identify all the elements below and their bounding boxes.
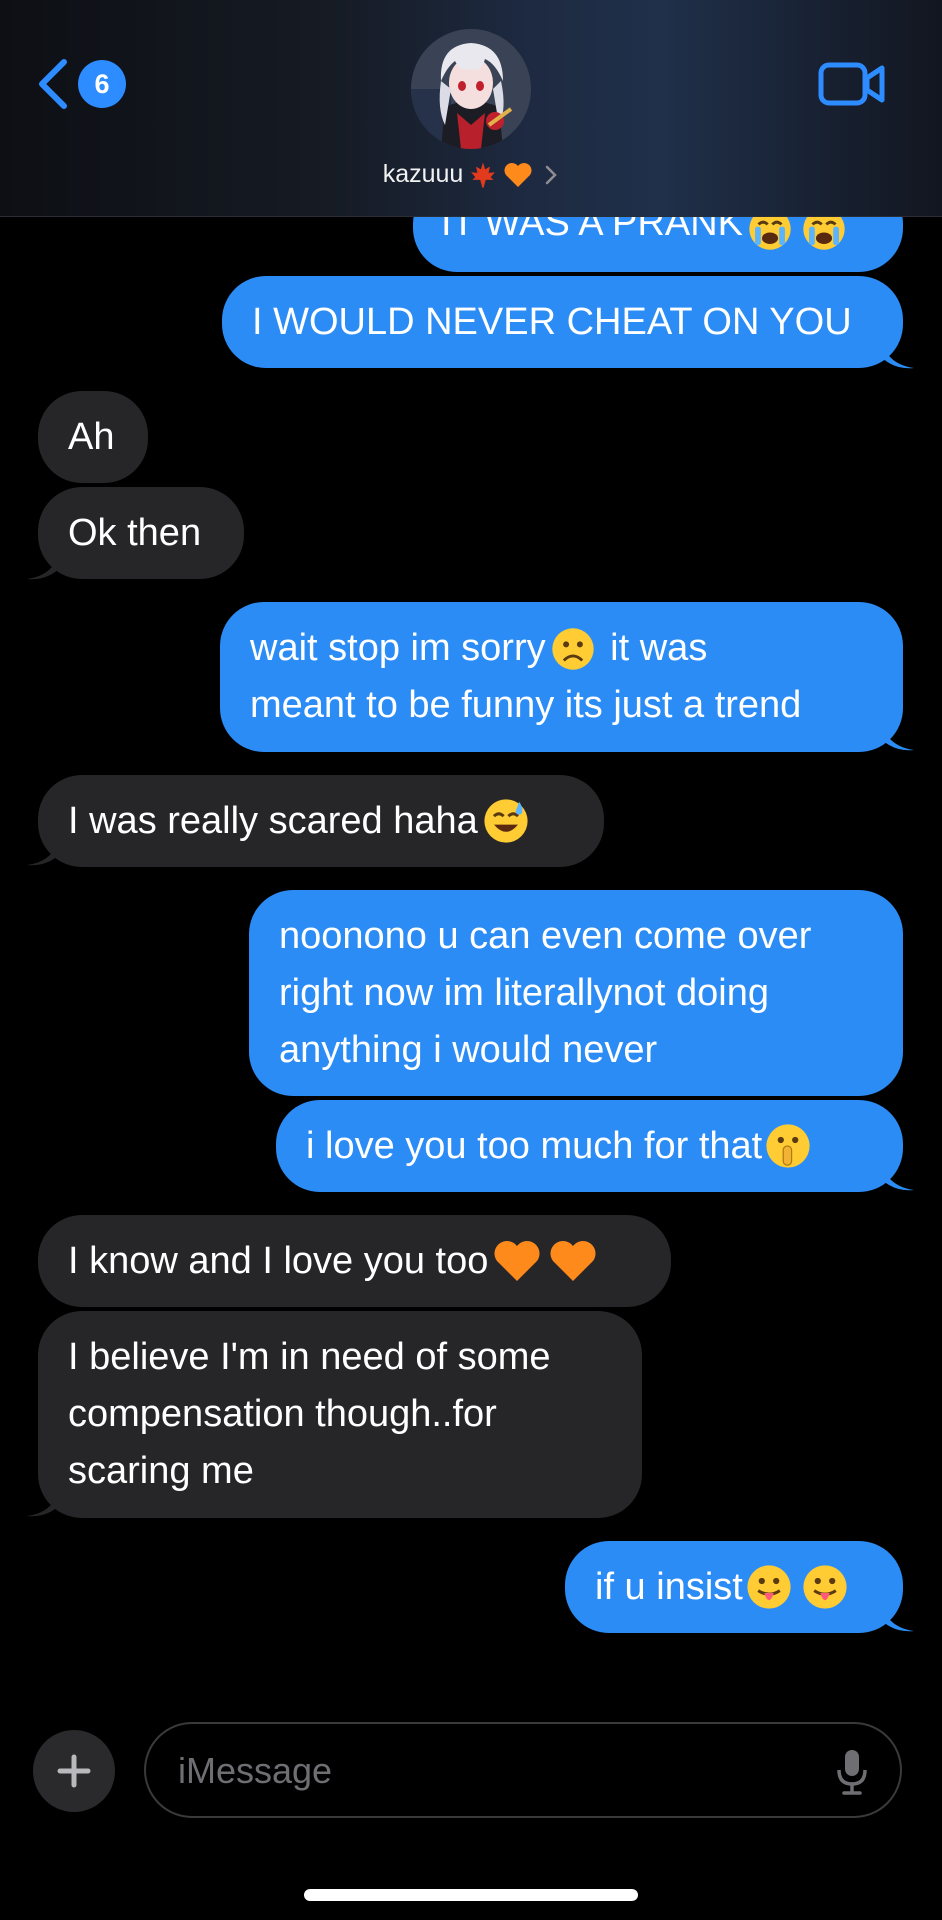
message-text: noonono u can even come over right now i… — [279, 915, 812, 1071]
grinning-sweat-face-icon — [484, 799, 528, 843]
imessage-input-container[interactable] — [144, 1722, 902, 1818]
sent-message[interactable]: I WOULD NEVER CHEAT ON YOU — [222, 276, 903, 368]
microphone-icon — [837, 1750, 867, 1795]
message-text: Ok then — [68, 511, 202, 554]
message-text-line: wait stop im sorry it was — [250, 620, 707, 677]
video-camera-icon — [818, 62, 885, 106]
back-chevron-icon — [36, 56, 76, 112]
bubble-tail — [880, 334, 914, 369]
sent-message[interactable]: if u insist — [565, 1541, 903, 1633]
message-text: I was really scared haha — [68, 799, 478, 842]
video-call-button[interactable] — [818, 62, 886, 106]
orange-heart-icon — [504, 162, 532, 187]
chevron-right-icon — [546, 165, 558, 184]
contact-name: kazuuu — [382, 160, 464, 188]
message-text: i love you too much for that — [306, 1124, 763, 1167]
message-text: Ah — [68, 415, 115, 458]
message-text: I know and I love you too — [68, 1239, 489, 1282]
received-message[interactable]: I know and I love you too — [38, 1215, 671, 1307]
bubble-tail — [880, 1597, 914, 1632]
received-message[interactable]: I was really scared haha — [38, 775, 604, 867]
received-message[interactable]: Ah — [38, 391, 148, 483]
plus-icon — [57, 1754, 91, 1788]
message-text: I believe I'm in need of some compensati… — [68, 1336, 551, 1492]
message-text: if u insist — [595, 1565, 743, 1608]
shushing-face-icon — [766, 1124, 810, 1168]
orange-heart-icon — [494, 1241, 540, 1281]
message-text-line: meant to be funny its just a trend — [250, 684, 802, 726]
conversation-header: 6 kazuuu — [0, 0, 942, 217]
contact-name-button[interactable]: kazuuu — [0, 160, 942, 189]
bubble-tail — [27, 831, 61, 866]
tongue-face-icon — [747, 1565, 791, 1609]
home-indicator[interactable] — [304, 1889, 638, 1901]
bubble-tail — [880, 1156, 914, 1191]
received-message[interactable]: I believe I'm in need of some compensati… — [38, 1311, 642, 1518]
message-text: I WOULD NEVER CHEAT ON YOU — [252, 300, 852, 343]
received-message[interactable]: Ok then — [38, 487, 244, 579]
orange-heart-icon — [550, 1241, 596, 1281]
bubble-tail — [880, 716, 914, 751]
maple-leaf-icon — [471, 161, 496, 188]
frowning-face-icon — [551, 627, 594, 670]
bubble-tail — [27, 1482, 61, 1517]
message-thread[interactable]: IT WAS A PRANK I WOULD NEVER CHEAT ON YO… — [0, 0, 942, 1690]
dictation-button[interactable] — [834, 1748, 870, 1796]
contact-avatar[interactable] — [411, 29, 531, 149]
sent-message[interactable]: noonono u can even come over right now i… — [249, 890, 903, 1096]
back-button[interactable]: 6 — [36, 56, 126, 112]
bubble-tail — [27, 545, 61, 580]
tongue-face-icon — [803, 1565, 847, 1609]
imessage-input[interactable] — [176, 1724, 820, 1818]
unread-count-badge: 6 — [78, 60, 126, 108]
sent-message[interactable]: wait stop im sorry it was meant to be fu… — [220, 602, 903, 752]
apps-plus-button[interactable] — [33, 1730, 115, 1812]
sent-message[interactable]: i love you too much for that — [276, 1100, 903, 1192]
